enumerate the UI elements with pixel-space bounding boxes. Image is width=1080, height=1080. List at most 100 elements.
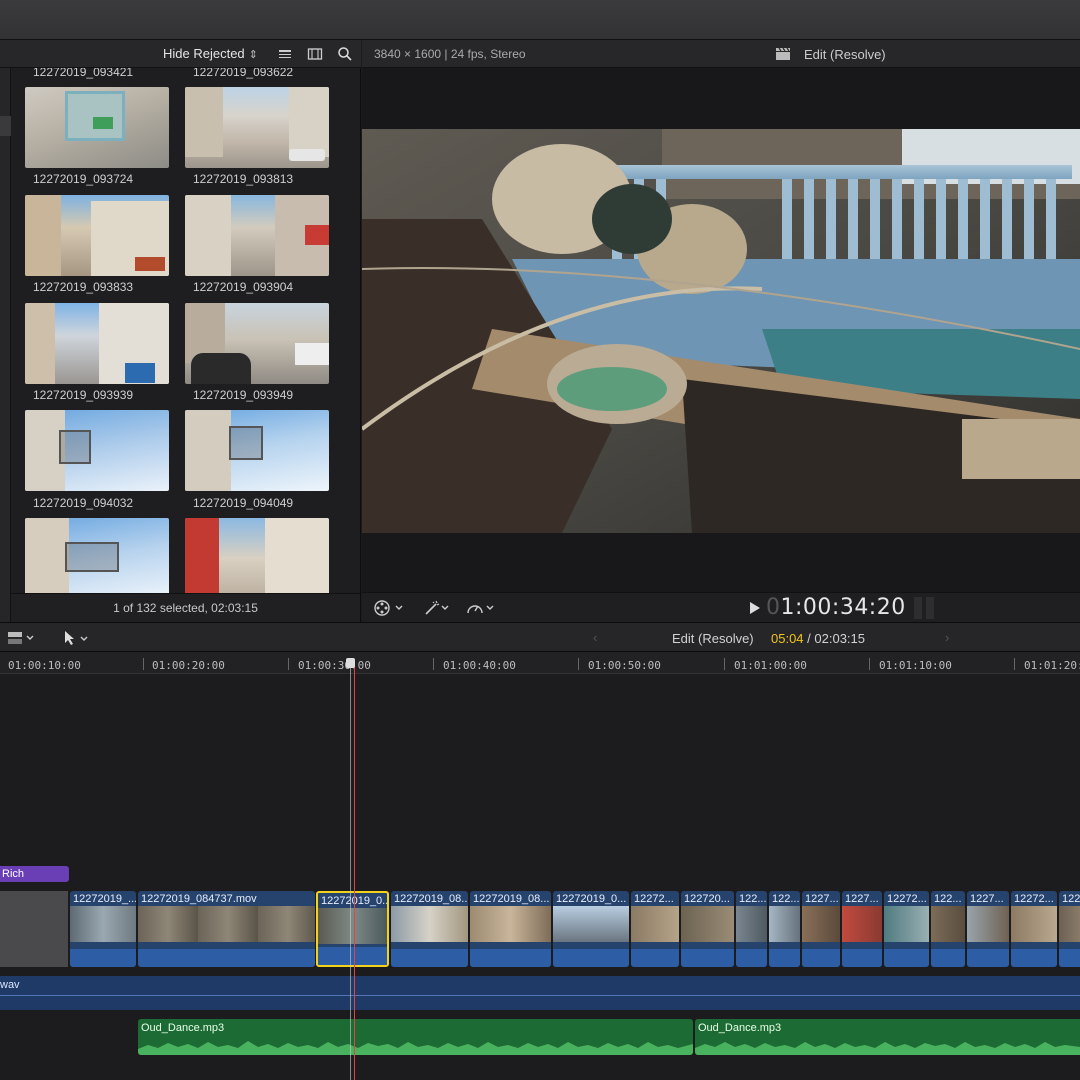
audio-meter-left — [914, 597, 922, 619]
playhead-handle[interactable] — [346, 658, 355, 668]
video-clip[interactable]: 122... — [736, 891, 767, 967]
clip-name: 122720... — [684, 893, 730, 905]
clapperboard-icon — [776, 48, 790, 60]
video-clip[interactable]: 12272... — [1011, 891, 1057, 967]
clip-name: 12272019_084737.mov — [141, 893, 257, 905]
ruler-tick-label: 01:00:50:00 — [588, 659, 661, 672]
clip-name: 12272019_08... — [473, 893, 550, 905]
search-icon[interactable] — [337, 46, 353, 62]
hide-rejected-dropdown[interactable]: Hide Rejected ⇕ — [163, 46, 258, 61]
timecode-display[interactable]: 01:00:34:20 — [766, 595, 906, 620]
video-clip[interactable]: 12272... — [884, 891, 929, 967]
speed-gauge-icon[interactable] — [466, 599, 498, 617]
thumb-caption: 12272019_093622 — [193, 68, 294, 79]
clip-name: 12272019_... — [73, 893, 136, 905]
audio-wav-clip[interactable]: wav — [0, 976, 1080, 1010]
format-info: 3840 × 1600 | 24 fps, Stereo — [374, 47, 526, 61]
video-clip[interactable]: 12272019_08... — [470, 891, 551, 967]
skimmer-line — [350, 660, 351, 1080]
role-label[interactable]: Rich — [0, 866, 69, 882]
thumb-caption: 12272019_094032 — [33, 496, 134, 510]
clip-grid: 12272019_093421 12272019_093622 12272019… — [11, 68, 360, 593]
clip-thumbnail[interactable] — [25, 410, 169, 491]
clip-thumbnail[interactable] — [25, 195, 169, 276]
clip-thumbnail[interactable] — [185, 195, 329, 276]
clip-name: 12272... — [887, 893, 927, 905]
timecode-prefix: 0 — [766, 595, 781, 620]
timecode-value: 1:00:34:20 — [780, 595, 906, 620]
selection-status: 1 of 132 selected, 02:03:15 — [113, 601, 258, 615]
gap-clip[interactable] — [0, 891, 68, 967]
video-clip[interactable]: 12272019_084737.mov — [138, 891, 315, 967]
clip-thumbnail[interactable] — [185, 410, 329, 491]
video-clip[interactable]: 12272019_08... — [391, 891, 468, 967]
browser-header: Hide Rejected ⇕ — [0, 40, 361, 68]
timeline-duration: 05:04 / 02:03:15 — [771, 631, 865, 646]
clip-name: 12272... — [634, 893, 674, 905]
thumb-caption: 12272019_093421 — [33, 68, 134, 79]
filmstrip-view-icon[interactable] — [307, 46, 323, 62]
clip-thumbnail[interactable] — [25, 518, 169, 593]
music-clip[interactable]: Oud_Dance.mp3 — [138, 1019, 693, 1055]
thumb-caption: 12272019_093724 — [33, 172, 134, 186]
clip-thumbnail[interactable] — [185, 87, 329, 168]
viewer-controls: 01:00:34:20 — [362, 592, 1080, 622]
ruler-tick-label: 01:00:10:00 — [8, 659, 81, 672]
clip-thumbnail[interactable] — [25, 87, 169, 168]
history-forward-icon[interactable]: › — [945, 630, 949, 645]
ruler-tick-label: 01:00:30:00 — [298, 659, 371, 672]
video-clip-selected[interactable]: 12272019_0... — [316, 891, 389, 967]
video-frame-image — [362, 129, 1080, 533]
viewer-panel: 3840 × 1600 | 24 fps, Stereo Edit (Resol… — [362, 40, 1080, 622]
music-waveform — [695, 1042, 1080, 1055]
select-tool-icon[interactable] — [62, 629, 92, 647]
view-options-icon[interactable] — [374, 599, 408, 617]
timeline-title: Edit (Resolve) — [672, 631, 754, 646]
clip-name: 122... — [772, 893, 800, 905]
clip-name: 1227... — [845, 893, 879, 905]
play-icon[interactable] — [750, 602, 760, 614]
project-title: Edit (Resolve) — [804, 47, 886, 62]
clip-name: 12272019_0... — [321, 895, 389, 907]
video-clip[interactable]: 122... — [931, 891, 965, 967]
clip-thumbnail[interactable] — [185, 518, 329, 593]
updown-chevron-icon: ⇕ — [248, 49, 258, 61]
thumb-caption: 12272019_094049 — [193, 496, 294, 510]
clip-name: 1227... — [805, 893, 839, 905]
sidebar-collapsed[interactable] — [0, 68, 11, 622]
video-clip[interactable]: 12272019_... — [70, 891, 136, 967]
clip-name: 12272019_08... — [394, 893, 468, 905]
ruler-tick-label: 01:01:20:00 — [1024, 659, 1080, 672]
timeline-toolbar: ‹ Edit (Resolve) 05:04 / 02:03:15 › — [0, 622, 1080, 652]
history-back-icon[interactable]: ‹ — [593, 630, 597, 645]
thumb-caption: 12272019_093939 — [33, 388, 134, 402]
list-view-icon[interactable] — [277, 46, 293, 62]
clip-name: 122... — [739, 893, 767, 905]
video-clip[interactable]: 1227... — [1059, 891, 1080, 967]
timeline-ruler[interactable]: 01:00:10:00 01:00:20:00 01:00:30:00 01:0… — [0, 652, 1080, 674]
clip-thumbnail[interactable] — [185, 303, 329, 384]
audio-meter-right — [926, 597, 934, 619]
clip-name: 12272... — [1014, 893, 1054, 905]
music-clip-name: Oud_Dance.mp3 — [141, 1022, 225, 1034]
music-clip[interactable]: Oud_Dance.mp3 — [695, 1019, 1080, 1055]
video-clip[interactable]: 122720... — [681, 891, 734, 967]
clip-name: 1227... — [970, 893, 1004, 905]
video-clip[interactable]: 12272... — [631, 891, 679, 967]
window-titlebar — [0, 0, 1080, 40]
music-clip-name: Oud_Dance.mp3 — [698, 1022, 782, 1034]
video-clip[interactable]: 122... — [769, 891, 800, 967]
clip-thumbnail[interactable] — [25, 303, 169, 384]
magic-wand-icon[interactable] — [424, 599, 454, 617]
timeline-position: 05:04 — [771, 631, 804, 646]
audio-clip-name: wav — [0, 979, 20, 991]
thumb-caption: 12272019_093904 — [193, 280, 294, 294]
playhead[interactable] — [354, 660, 355, 1080]
clip-appearance-icon[interactable] — [6, 630, 38, 646]
video-clip[interactable]: 1227... — [802, 891, 840, 967]
browser-footer: 1 of 132 selected, 02:03:15 — [11, 593, 360, 622]
video-clip[interactable]: 1227... — [967, 891, 1009, 967]
video-clip[interactable]: 1227... — [842, 891, 882, 967]
thumb-caption: 12272019_093833 — [33, 280, 134, 294]
video-clip[interactable]: 12272019_0... — [553, 891, 629, 967]
